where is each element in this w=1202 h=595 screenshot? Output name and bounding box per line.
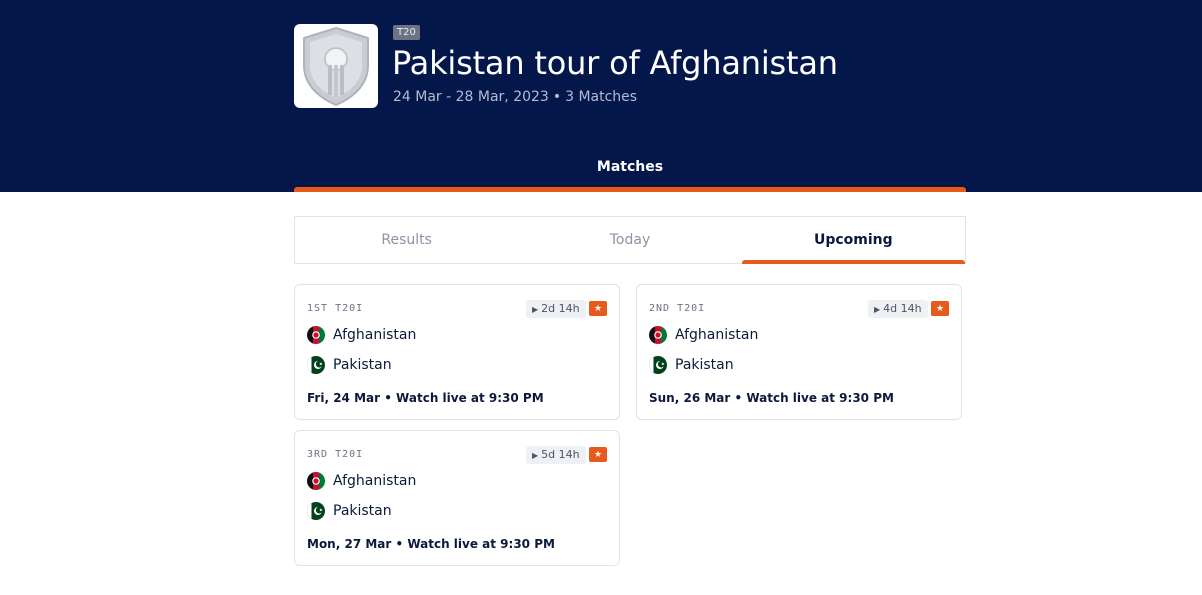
team-name: Afghanistan	[333, 327, 417, 343]
format-badge: T20	[393, 25, 420, 40]
pakistan-flag-icon	[307, 356, 325, 374]
countdown-text: 5d 14h	[541, 448, 580, 461]
countdown-badge: ▶ 2d 14h	[526, 300, 586, 318]
match-card[interactable]: 3RD T20I ▶ 5d 14h ★ Afghanistan Pakistan …	[294, 430, 620, 566]
shield-cricket-logo-icon	[303, 26, 369, 107]
pakistan-flag-icon	[649, 356, 667, 374]
tab-upcoming[interactable]: Upcoming	[741, 217, 966, 264]
play-triangle-icon: ▶	[532, 305, 539, 314]
team-name: Pakistan	[333, 357, 392, 373]
tab-matches[interactable]: Matches	[294, 150, 966, 192]
active-tab-indicator	[294, 187, 966, 192]
team-name: Pakistan	[333, 503, 392, 519]
tab-results[interactable]: Results	[295, 217, 518, 263]
team-row: Afghanistan	[649, 325, 758, 345]
pakistan-flag-icon	[307, 502, 325, 520]
team-name: Afghanistan	[675, 327, 759, 343]
match-time: Sun, 26 Mar • Watch live at 9:30 PM	[649, 391, 894, 405]
match-filter-tabs: Results Today Upcoming	[294, 216, 966, 264]
afghanistan-flag-icon	[649, 326, 667, 344]
team-row: Afghanistan	[307, 325, 416, 345]
afghanistan-flag-icon	[307, 472, 325, 490]
team-row: Pakistan	[307, 501, 392, 521]
match-card[interactable]: 2ND T20I ▶ 4d 14h ★ Afghanistan Pakistan …	[636, 284, 962, 420]
series-header: T20 Pakistan tour of Afghanistan 24 Mar …	[0, 0, 1202, 192]
team-row: Pakistan	[307, 355, 392, 375]
team-name: Afghanistan	[333, 473, 417, 489]
team-name: Pakistan	[675, 357, 734, 373]
match-label: 3RD T20I	[307, 449, 364, 460]
meta-separator: •	[552, 89, 562, 105]
countdown-text: 2d 14h	[541, 302, 580, 315]
play-triangle-icon: ▶	[874, 305, 881, 314]
match-card[interactable]: 1ST T20I ▶ 2d 14h ★ Afghanistan Pakistan …	[294, 284, 620, 420]
team-row: Afghanistan	[307, 471, 416, 491]
tab-today[interactable]: Today	[518, 217, 741, 263]
match-label: 2ND T20I	[649, 303, 706, 314]
ticket-icon[interactable]: ★	[931, 301, 949, 316]
countdown-text: 4d 14h	[883, 302, 922, 315]
countdown-badge: ▶ 5d 14h	[526, 446, 586, 464]
series-logo	[294, 24, 378, 108]
match-time: Fri, 24 Mar • Watch live at 9:30 PM	[307, 391, 544, 405]
tab-matches-label: Matches	[596, 159, 664, 175]
countdown-badge: ▶ 4d 14h	[868, 300, 928, 318]
series-dates: 24 Mar - 28 Mar, 2023	[393, 89, 549, 105]
ticket-icon[interactable]: ★	[589, 301, 607, 316]
series-meta: 24 Mar - 28 Mar, 2023 • 3 Matches	[393, 89, 637, 105]
match-time: Mon, 27 Mar • Watch live at 9:30 PM	[307, 537, 555, 551]
ticket-icon[interactable]: ★	[589, 447, 607, 462]
play-triangle-icon: ▶	[532, 451, 539, 460]
team-row: Pakistan	[649, 355, 734, 375]
page-title: Pakistan tour of Afghanistan	[392, 44, 838, 82]
match-count: 3 Matches	[565, 89, 638, 105]
afghanistan-flag-icon	[307, 326, 325, 344]
match-label: 1ST T20I	[307, 303, 364, 314]
